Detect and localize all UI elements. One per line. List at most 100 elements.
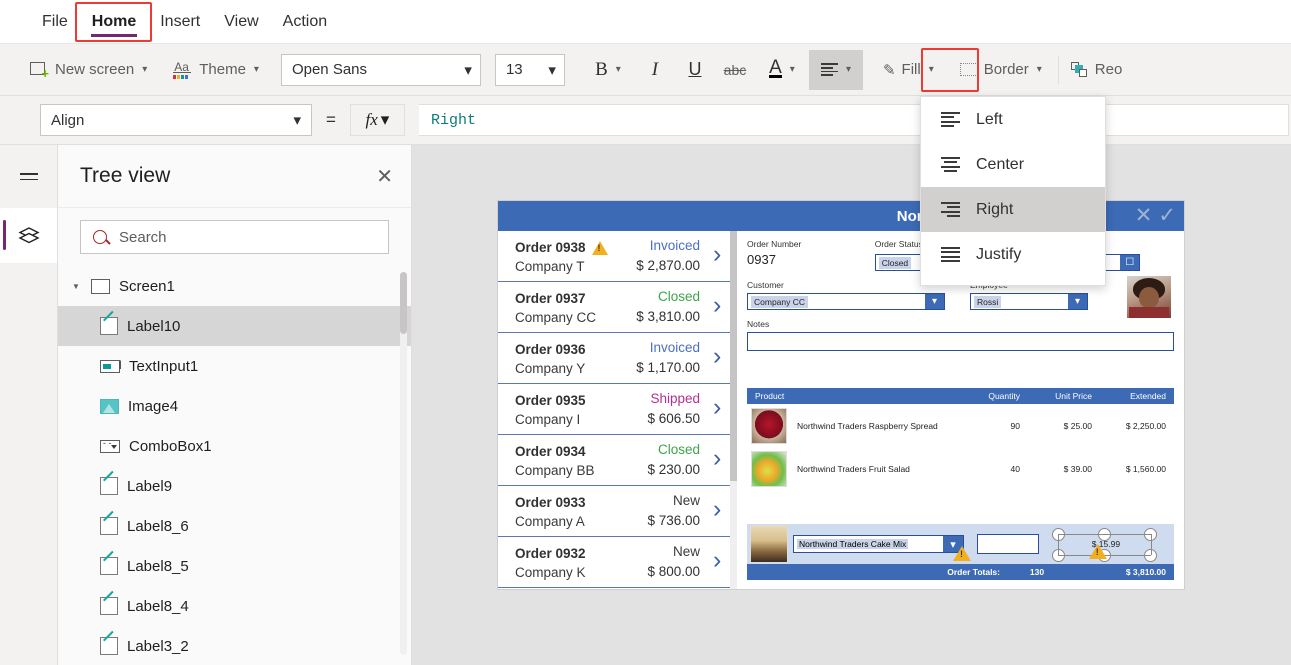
totals-label: Order Totals: bbox=[947, 567, 1000, 577]
menu-item-home[interactable]: Home bbox=[80, 0, 148, 44]
tree-item-label: ComboBox1 bbox=[129, 437, 212, 455]
property-select[interactable]: Align ▾ bbox=[40, 104, 312, 136]
strikethrough-button[interactable]: abc bbox=[715, 50, 755, 90]
chevron-down-icon[interactable]: ▾ bbox=[925, 294, 944, 309]
tree-item-label8-5[interactable]: Label8_5 bbox=[58, 546, 411, 586]
font-size-select[interactable]: 13 ▾ bbox=[494, 53, 565, 86]
employee-avatar bbox=[1127, 276, 1171, 318]
tree-item-label3-2[interactable]: Label3_2 bbox=[58, 626, 411, 661]
order-status-value: Closed bbox=[878, 256, 912, 269]
order-number: Order 0937 bbox=[515, 290, 586, 306]
new-product-price-selection[interactable]: $ 15.99 bbox=[1051, 528, 1171, 562]
new-screen-button[interactable]: + New screen ▾ bbox=[22, 50, 155, 90]
underline-button[interactable]: U bbox=[675, 50, 715, 90]
tree-item-label9[interactable]: Label9 bbox=[58, 466, 411, 506]
tree-item-textinput1[interactable]: TextInput1 bbox=[58, 346, 411, 386]
reorder-button[interactable]: Reo bbox=[1063, 50, 1131, 90]
calendar-icon[interactable]: ☐ bbox=[1120, 255, 1140, 270]
tree-item-label8-4[interactable]: Label8_4 bbox=[58, 586, 411, 626]
tree-view-list[interactable]: ▼ Screen1 Label10 TextInput1 Image4 Comb… bbox=[58, 266, 411, 661]
italic-label: I bbox=[651, 58, 659, 80]
rail-item-tree-view[interactable] bbox=[0, 208, 57, 263]
bold-button[interactable]: B ▾ bbox=[581, 50, 635, 90]
tree-item-label8-6[interactable]: Label8_6 bbox=[58, 506, 411, 546]
gallery-scrollbar[interactable] bbox=[730, 231, 737, 589]
tree-item-combobox1[interactable]: ComboBox1 bbox=[58, 426, 411, 466]
chevron-right-icon[interactable]: › bbox=[713, 395, 729, 421]
menu-item-insert[interactable]: Insert bbox=[148, 0, 212, 44]
gallery-item[interactable]: Order 0932 Company K New $ 800.00 › bbox=[498, 537, 737, 588]
align-icon bbox=[820, 62, 838, 77]
new-product-quantity-input[interactable] bbox=[977, 534, 1039, 554]
tree-item-label: Label8_4 bbox=[127, 597, 189, 615]
chevron-right-icon[interactable]: › bbox=[713, 548, 729, 574]
gallery-item[interactable]: Order 0933 Company A New $ 736.00 › bbox=[498, 486, 737, 537]
text-align-button[interactable]: ▾ bbox=[808, 49, 863, 90]
chevron-right-icon[interactable]: › bbox=[713, 446, 729, 472]
gallery-item[interactable]: Order 0934 Company BB Closed $ 230.00 › bbox=[498, 435, 737, 486]
italic-button[interactable]: I bbox=[635, 50, 675, 90]
scrollbar-thumb[interactable] bbox=[730, 231, 737, 481]
order-status: New bbox=[672, 544, 700, 559]
table-row[interactable]: Northwind Traders Raspberry Spread 90 $ … bbox=[747, 404, 1174, 447]
tree-view-scrollbar[interactable] bbox=[400, 272, 407, 655]
border-button[interactable]: Border ▾ bbox=[952, 50, 1050, 90]
table-row[interactable]: Northwind Traders Fruit Salad 40 $ 39.00… bbox=[747, 447, 1174, 490]
gallery-item[interactable]: Order 0937 Company CC Closed $ 3,810.00 … bbox=[498, 282, 737, 333]
menu-item-action[interactable]: Action bbox=[271, 0, 339, 44]
product-thumbnail-icon bbox=[751, 450, 787, 487]
order-number-field: Order Number 0937 bbox=[747, 239, 875, 271]
theme-button[interactable]: Aa Theme ▾ bbox=[165, 50, 267, 90]
search-input[interactable]: Search bbox=[80, 220, 389, 254]
order-number-value: 0937 bbox=[747, 252, 776, 267]
order-amount: $ 3,810.00 bbox=[636, 309, 700, 324]
font-color-button[interactable]: A ▾ bbox=[755, 50, 809, 90]
new-screen-label: New screen bbox=[55, 61, 135, 78]
chevron-right-icon[interactable]: › bbox=[713, 497, 729, 523]
align-left-icon bbox=[941, 112, 960, 127]
customer-dropdown[interactable]: Company CC ▾ bbox=[747, 293, 945, 310]
chevron-down-icon: ▾ bbox=[1036, 64, 1042, 75]
confirm-icon[interactable]: ✓ bbox=[1158, 203, 1176, 228]
cancel-icon[interactable]: ✕ bbox=[1135, 203, 1153, 228]
orders-gallery[interactable]: Order 0938 Company T Invoiced $ 2,870.00… bbox=[498, 201, 737, 589]
gallery-item[interactable]: Order 0938 Company T Invoiced $ 2,870.00… bbox=[498, 231, 737, 282]
chevron-down-icon[interactable]: ▼ bbox=[72, 282, 82, 291]
align-menu-item-left[interactable]: Left bbox=[921, 97, 1105, 142]
new-screen-icon: + bbox=[30, 61, 49, 80]
scrollbar-thumb[interactable] bbox=[400, 272, 407, 334]
menu-item-view[interactable]: View bbox=[212, 0, 270, 44]
fx-button[interactable]: fx ▾ bbox=[349, 104, 405, 136]
tree-item-screen1[interactable]: ▼ Screen1 bbox=[58, 266, 411, 306]
menu-item-file[interactable]: File bbox=[30, 0, 80, 44]
order-number: Order 0932 bbox=[515, 545, 586, 561]
font-family-select[interactable]: Open Sans ▾ bbox=[280, 53, 481, 86]
align-menu-item-right[interactable]: Right bbox=[921, 187, 1105, 232]
chevron-right-icon[interactable]: › bbox=[713, 344, 729, 370]
align-menu-item-center[interactable]: Center bbox=[921, 142, 1105, 187]
notes-input[interactable] bbox=[747, 332, 1174, 351]
fill-button[interactable]: ✎ Fill ▾ bbox=[875, 50, 942, 90]
chevron-right-icon[interactable]: › bbox=[713, 293, 729, 319]
formula-input[interactable]: Right bbox=[418, 104, 1289, 136]
new-product-row[interactable]: Northwind Traders Cake Mix ▾ ! $ 15.99 ! bbox=[747, 524, 1174, 564]
align-menu-item-justify[interactable]: Justify bbox=[921, 232, 1105, 277]
tree-item-image4[interactable]: Image4 bbox=[58, 386, 411, 426]
order-status: New bbox=[672, 493, 700, 508]
chevron-right-icon[interactable]: › bbox=[713, 242, 729, 268]
tree-item-label10[interactable]: Label10 bbox=[58, 306, 411, 346]
label-icon bbox=[100, 317, 118, 335]
border-label: Border bbox=[983, 61, 1029, 78]
gallery-item[interactable]: Order 0936 Company Y Invoiced $ 1,170.00… bbox=[498, 333, 737, 384]
align-dropdown-menu[interactable]: Left Center Right Justify bbox=[920, 96, 1106, 286]
close-icon[interactable]: ✕ bbox=[376, 164, 393, 189]
tree-view-panel: Tree view ✕ Search ▼ Screen1 Label10 Tex… bbox=[58, 145, 412, 665]
hamburger-menu-button[interactable] bbox=[0, 145, 57, 208]
new-product-dropdown[interactable]: Northwind Traders Cake Mix ▾ bbox=[793, 535, 965, 553]
employee-dropdown[interactable]: Rossi ▾ bbox=[970, 293, 1088, 310]
chevron-down-icon: ▾ bbox=[253, 64, 259, 75]
label-icon bbox=[100, 637, 118, 655]
chevron-down-icon: ▾ bbox=[548, 61, 556, 79]
gallery-item[interactable]: Order 0935 Company I Shipped $ 606.50 › bbox=[498, 384, 737, 435]
chevron-down-icon[interactable]: ▾ bbox=[1068, 294, 1087, 309]
